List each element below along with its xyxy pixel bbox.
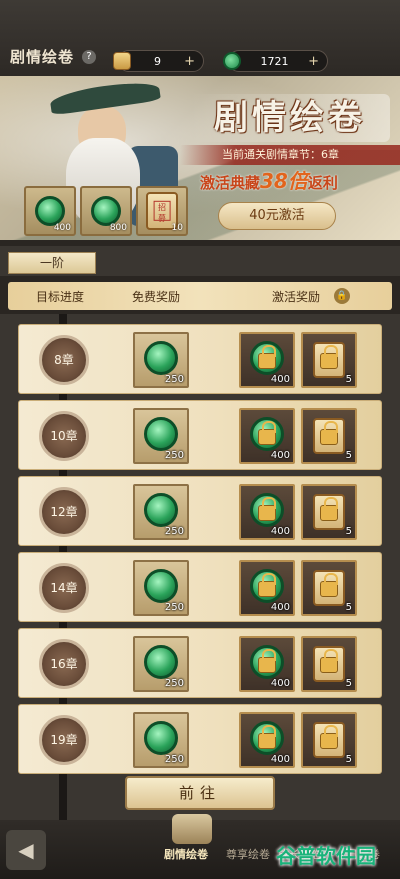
jade-icon bbox=[35, 196, 65, 226]
chapter-medal: 19章 bbox=[39, 715, 89, 765]
jade-currency: 1721 + bbox=[223, 50, 328, 72]
locked-reward-scroll[interactable]: 5 bbox=[301, 636, 357, 692]
locked-reward-jade[interactable]: 400 bbox=[239, 636, 295, 692]
scroll-icon bbox=[113, 52, 131, 70]
add-scroll-button[interactable]: + bbox=[184, 54, 195, 69]
reward-row: 14章 250 400 5 bbox=[18, 552, 382, 622]
locked-reward-scroll[interactable]: 5 bbox=[301, 332, 357, 388]
jade-icon bbox=[144, 417, 178, 451]
jade-icon bbox=[144, 493, 178, 527]
jade-icon bbox=[144, 341, 178, 375]
padlock-icon bbox=[320, 497, 338, 522]
locked-reward-jade[interactable]: 400 bbox=[239, 560, 295, 616]
tab-story-scroll[interactable]: 剧情绘卷 bbox=[164, 846, 208, 862]
padlock-icon bbox=[320, 573, 338, 598]
page-title: 剧情绘卷 bbox=[10, 48, 75, 66]
locked-reward-scroll[interactable]: 5 bbox=[301, 712, 357, 768]
column-activated-reward: 激活奖励 bbox=[272, 290, 321, 304]
jade-icon bbox=[144, 645, 178, 679]
reward-row: 16章 250 400 5 bbox=[18, 628, 382, 698]
locked-reward-scroll[interactable]: 5 bbox=[301, 560, 357, 616]
banner-reward-recruit-scroll[interactable]: 招募 10 bbox=[136, 186, 188, 236]
padlock-icon bbox=[258, 421, 276, 446]
jade-count: 1721 bbox=[260, 54, 289, 68]
watermark-logo: 谷普软件园 bbox=[276, 844, 376, 868]
banner-title: 剧情绘卷 bbox=[190, 94, 390, 142]
locked-reward-scroll[interactable]: 5 bbox=[301, 408, 357, 464]
locked-reward-jade[interactable]: 400 bbox=[239, 484, 295, 540]
banner-reward-jade-800[interactable]: 800 bbox=[80, 186, 132, 236]
locked-reward-scroll[interactable]: 5 bbox=[301, 484, 357, 540]
chapter-medal: 8章 bbox=[39, 335, 89, 385]
back-arrow-icon[interactable]: ◀ bbox=[6, 830, 46, 870]
locked-reward-jade[interactable]: 400 bbox=[239, 332, 295, 388]
banner-reward-jade-400[interactable]: 400 bbox=[24, 186, 76, 236]
reward-list[interactable]: 8章 250 400 5 10章 250 400 5 12章 250 400 5… bbox=[0, 314, 400, 844]
padlock-icon bbox=[258, 725, 276, 750]
free-reward-jade[interactable]: 250 bbox=[133, 712, 189, 768]
chapter-medal: 14章 bbox=[39, 563, 89, 613]
top-bar: 剧情绘卷 ? 9 + 1721 + bbox=[0, 0, 400, 76]
scroll-count: 9 bbox=[154, 54, 162, 68]
column-header: 目标进度 免费奖励 激活奖励 🔒 bbox=[8, 282, 392, 310]
jade-icon bbox=[223, 52, 241, 70]
jade-icon bbox=[144, 569, 178, 603]
padlock-icon bbox=[320, 649, 338, 674]
free-reward-jade[interactable]: 250 bbox=[133, 560, 189, 616]
column-target: 目标进度 bbox=[36, 290, 85, 304]
lock-icon: 🔒 bbox=[334, 288, 350, 304]
padlock-icon bbox=[258, 573, 276, 598]
reward-row: 19章 250 400 5 bbox=[18, 704, 382, 774]
free-reward-jade[interactable]: 250 bbox=[133, 636, 189, 692]
padlock-icon bbox=[320, 421, 338, 446]
padlock-icon bbox=[320, 725, 338, 750]
locked-reward-jade[interactable]: 400 bbox=[239, 408, 295, 464]
chapter-progress-text: 当前通关剧情章节：6章 bbox=[180, 145, 400, 165]
chapter-medal: 16章 bbox=[39, 639, 89, 689]
help-icon[interactable]: ? bbox=[82, 49, 97, 64]
rebate-multiplier: 38倍 bbox=[260, 169, 308, 193]
reward-row: 10章 250 400 5 bbox=[18, 400, 382, 470]
free-reward-jade[interactable]: 250 bbox=[133, 408, 189, 464]
padlock-icon bbox=[258, 345, 276, 370]
story-scroll-tab-icon bbox=[172, 814, 212, 844]
chapter-medal: 12章 bbox=[39, 487, 89, 537]
column-free-reward: 免费奖励 bbox=[132, 290, 181, 304]
locked-reward-jade[interactable]: 400 bbox=[239, 712, 295, 768]
free-reward-jade[interactable]: 250 bbox=[133, 332, 189, 388]
jade-icon bbox=[91, 196, 121, 226]
free-reward-jade[interactable]: 250 bbox=[133, 484, 189, 540]
padlock-icon bbox=[320, 345, 338, 370]
activate-button[interactable]: 40元激活 bbox=[218, 202, 336, 230]
tab-premium-scroll[interactable]: 尊享绘卷 bbox=[226, 846, 270, 862]
tier-tab-1[interactable]: 一阶 bbox=[8, 252, 96, 274]
chapter-medal: 10章 bbox=[39, 411, 89, 461]
jade-icon bbox=[144, 721, 178, 755]
rebate-text: 激活典藏38倍返利 bbox=[200, 169, 338, 193]
scroll-currency: 9 + bbox=[113, 50, 204, 72]
padlock-icon bbox=[258, 497, 276, 522]
tier-bar: 一阶 bbox=[0, 246, 400, 276]
padlock-icon bbox=[258, 649, 276, 674]
reward-row: 8章 250 400 5 bbox=[18, 324, 382, 394]
goto-button[interactable]: 前往 bbox=[125, 776, 275, 810]
add-jade-button[interactable]: + bbox=[308, 54, 319, 69]
reward-row: 12章 250 400 5 bbox=[18, 476, 382, 546]
